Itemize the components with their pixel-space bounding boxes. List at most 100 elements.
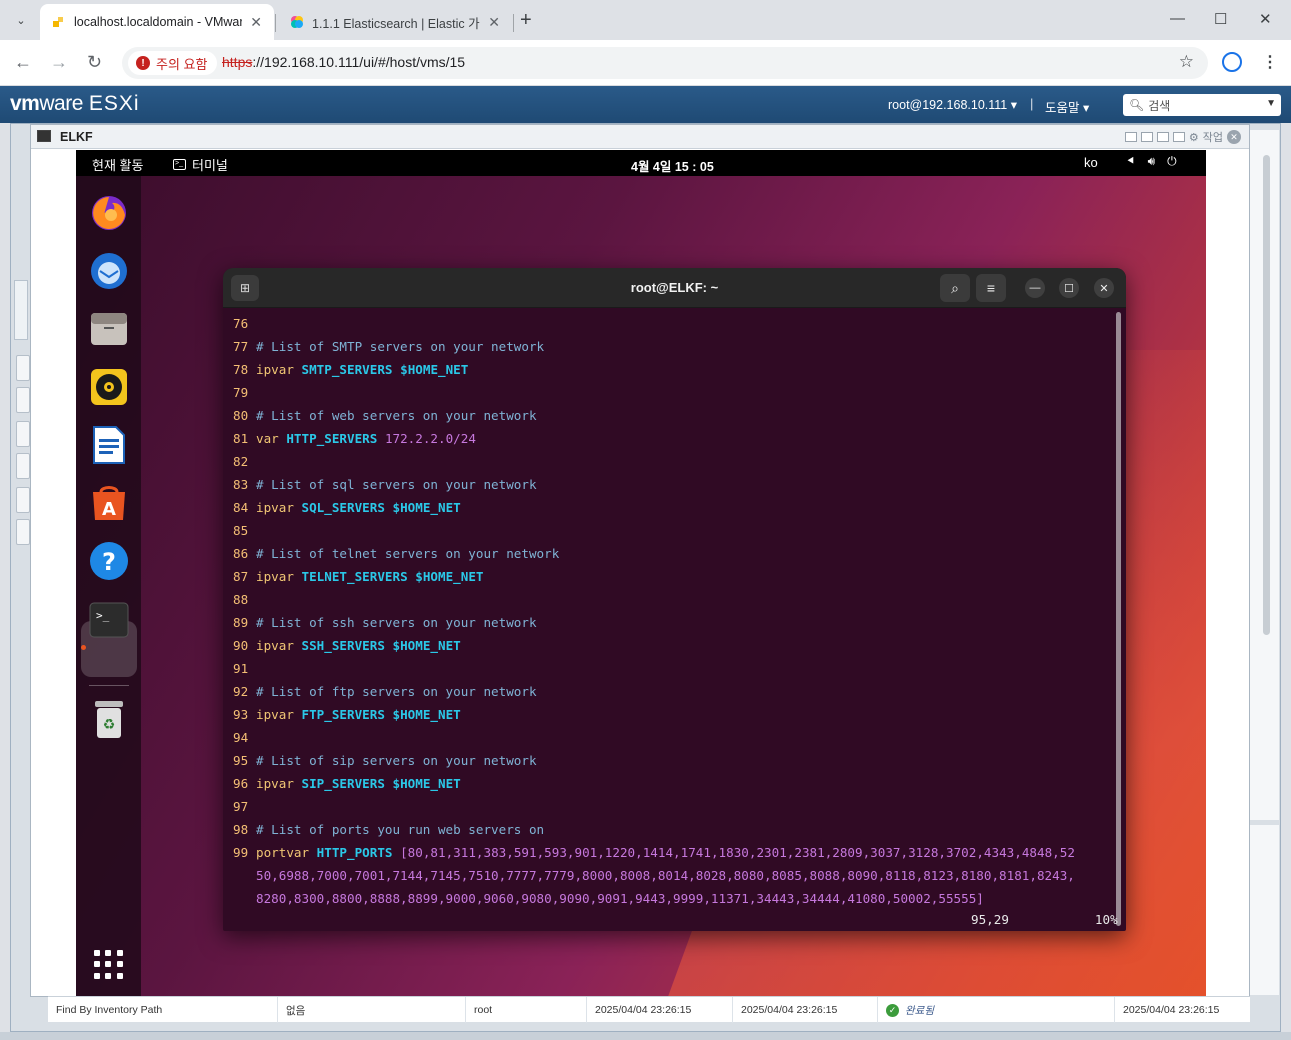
line-number: 76	[233, 316, 249, 331]
trash-icon[interactable]: ♻	[88, 698, 130, 740]
list-icon[interactable]	[16, 519, 30, 545]
scroll-percent: 10%	[1094, 912, 1118, 927]
network-icon[interactable]	[16, 453, 30, 479]
task-result: ✓ 완료됨	[878, 997, 1115, 1023]
esxi-search-input[interactable]: 🔍︎ 검색 ▼	[1123, 94, 1281, 116]
page-bottom-edge	[0, 1032, 1291, 1040]
terminal-content[interactable]: 76 77 # List of SMTP servers on your netw…	[233, 312, 1113, 910]
code-identifier: FTP_SERVERS	[301, 707, 385, 722]
actions-label[interactable]: 작업	[1203, 129, 1223, 145]
security-warning-chip[interactable]: ! 주의 요함	[128, 51, 218, 75]
line-number: 89	[233, 615, 249, 630]
terminal-line: 50,6988,7000,7001,7144,7145,7510,7777,77…	[233, 864, 1113, 887]
keyboard-icon[interactable]	[1172, 132, 1185, 142]
profile-avatar-icon[interactable]	[1222, 52, 1242, 72]
recent-tasks-table: Find By Inventory Path 없음 root 2025/04/0…	[48, 996, 1250, 1023]
console-titlebar: ELKF ⚙ 작업 ✕	[31, 125, 1249, 149]
elastic-favicon-icon	[291, 16, 303, 28]
esxi-header: vmware ESXi root@192.168.10.111 ▾ | 도움말 ▾…	[0, 86, 1291, 123]
firefox-icon[interactable]	[88, 192, 130, 234]
browser-menu-icon[interactable]: ⋮	[1262, 52, 1278, 72]
files-icon[interactable]	[88, 308, 130, 350]
close-icon[interactable]: ✕	[1094, 278, 1114, 298]
app-menu[interactable]: >_ 터미널	[173, 155, 228, 174]
code-comment: # List of sip servers on your network	[256, 753, 537, 768]
maximize-icon[interactable]	[1140, 132, 1153, 142]
scrollbar[interactable]	[1263, 155, 1270, 635]
help-icon[interactable]: ?	[88, 540, 130, 582]
code-keyword: ipvar	[256, 362, 294, 377]
rhythmbox-icon[interactable]	[88, 366, 130, 408]
storage-icon[interactable]	[16, 421, 30, 447]
minimize-icon[interactable]: —	[1025, 278, 1045, 298]
user-menu[interactable]: root@192.168.10.111 ▾	[888, 97, 1017, 112]
navigator-side-tab[interactable]	[14, 280, 28, 340]
minimize-icon[interactable]: —	[1170, 10, 1185, 27]
host-icon[interactable]	[16, 355, 30, 381]
line-number: 97	[233, 799, 249, 814]
input-language[interactable]: ko	[1084, 155, 1098, 170]
line-number: 96	[233, 776, 249, 791]
terminal-line: 99 portvar HTTP_PORTS [80,81,311,383,591…	[233, 841, 1113, 864]
cursor-position: 95,29	[971, 912, 1009, 927]
code-keyword: ipvar	[256, 500, 294, 515]
maximize-icon[interactable]: ☐	[1214, 10, 1227, 28]
writer-icon[interactable]	[88, 424, 130, 466]
back-arrow-icon[interactable]: ←	[14, 52, 32, 73]
help-menu[interactable]: 도움말 ▾	[1045, 97, 1089, 116]
header-separator: |	[1030, 96, 1034, 111]
new-tab-plus-icon[interactable]: +	[520, 9, 532, 32]
search-icon[interactable]: ⌕	[940, 274, 970, 302]
maximize-icon[interactable]: ☐	[1059, 278, 1079, 298]
tab-vmware[interactable]: localhost.localdomain - VMware ✕	[40, 4, 274, 40]
search-icon: 🔍︎	[1129, 98, 1145, 112]
address-bar[interactable]: ! 주의 요함 https://192.168.10.111/ui/#/host…	[122, 47, 1208, 79]
close-icon[interactable]: ✕	[250, 14, 262, 31]
task-completed-time: 2025/04/04 23:26:15	[1123, 1004, 1220, 1016]
gear-icon[interactable]: ⚙	[1189, 131, 1199, 144]
window-close-icon[interactable]: ✕	[1259, 10, 1272, 28]
dock-separator	[89, 685, 129, 686]
code-comment: # List of SMTP servers on your network	[256, 339, 545, 354]
vim-statusline: 95,29 10%	[971, 912, 1118, 927]
url-rest: ://192.168.10.111/ui/#/host/vms/15	[252, 54, 466, 70]
tab-search-button[interactable]: ⌄	[8, 8, 34, 32]
line-number: 93	[233, 707, 249, 722]
reload-icon[interactable]: ↻	[87, 52, 102, 73]
security-warning-label: 주의 요함	[156, 56, 208, 72]
tab-elastic[interactable]: 1.1.1 Elasticsearch | Elastic 가이드 ✕	[278, 4, 512, 40]
terminal-icon[interactable]: >_	[88, 599, 130, 641]
forward-arrow-icon[interactable]: →	[50, 52, 68, 73]
chevron-down-icon[interactable]: ▼	[1266, 98, 1276, 109]
task-name[interactable]: Find By Inventory Path	[48, 997, 278, 1023]
terminal-window[interactable]: ⊞ root@ELKF: ~ ⌕ ≡ — ☐ ✕ 76 77 # List of …	[223, 268, 1126, 931]
close-icon[interactable]: ✕	[1227, 130, 1241, 144]
activities-button[interactable]: 현재 활동	[92, 155, 143, 174]
console-icon	[37, 130, 51, 142]
url-text: https://192.168.10.111/ui/#/host/vms/15	[222, 54, 465, 70]
code-identifier: HTTP_SERVERS	[286, 431, 378, 446]
scrollbar[interactable]	[1116, 312, 1121, 926]
close-icon[interactable]: ✕	[488, 14, 500, 31]
system-tray[interactable]: ⯇ 🔊︎ ⏻	[1126, 154, 1177, 169]
thunderbird-icon[interactable]	[88, 250, 130, 292]
line-number: 81	[233, 431, 249, 446]
clock[interactable]: 4월 4일 15 : 05	[631, 156, 714, 175]
running-indicator	[81, 645, 86, 650]
app-center-icon[interactable]: A	[88, 482, 130, 524]
check-circle-icon: ✓	[886, 1003, 899, 1017]
terminal-headerbar: ⊞ root@ELKF: ~ ⌕ ≡ — ☐ ✕	[223, 268, 1126, 308]
bookmark-star-icon[interactable]: ☆	[1179, 52, 1194, 72]
code-value: $HOME_NET	[415, 569, 484, 584]
vm-icon[interactable]	[16, 387, 30, 413]
show-apps-grid-icon[interactable]	[94, 950, 124, 980]
hamburger-menu-icon[interactable]: ≡	[976, 274, 1006, 302]
code-identifier: SQL_SERVERS	[301, 500, 385, 515]
tab-title: localhost.localdomain - VMware	[74, 15, 243, 29]
line-number: 77	[233, 339, 249, 354]
monitor-icon[interactable]	[16, 487, 30, 513]
fullscreen-icon[interactable]	[1156, 132, 1169, 142]
code-identifier: SIP_SERVERS	[301, 776, 385, 791]
terminal-line: 87 ipvar TELNET_SERVERS $HOME_NET	[233, 565, 1113, 588]
minimize-icon[interactable]	[1124, 132, 1137, 142]
